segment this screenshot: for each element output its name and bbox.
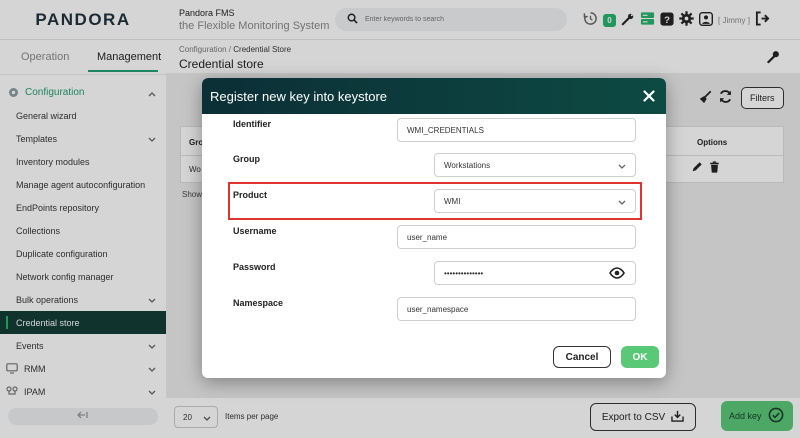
namespace-input[interactable]	[397, 297, 636, 321]
product-label: Product	[233, 190, 268, 200]
product-selected-value: WMI	[444, 196, 461, 206]
modal-title: Register new key into keystore	[210, 89, 388, 104]
chevron-down-icon	[618, 199, 626, 208]
password-input[interactable]: ••••••••••••••	[434, 261, 636, 285]
identifier-input[interactable]	[397, 118, 636, 142]
modal-header: Register new key into keystore	[202, 78, 666, 114]
password-masked-value: ••••••••••••••	[444, 268, 484, 278]
username-label: Username	[233, 226, 277, 236]
show-password-eye-icon[interactable]	[609, 267, 625, 281]
username-input[interactable]	[397, 225, 636, 249]
identifier-label: Identifier	[233, 119, 272, 129]
group-select[interactable]: Workstations	[434, 153, 636, 177]
password-label: Password	[233, 262, 276, 272]
group-selected-value: Workstations	[444, 160, 491, 170]
namespace-label: Namespace	[233, 298, 284, 308]
product-select[interactable]: WMI	[434, 189, 636, 213]
cancel-button[interactable]: Cancel	[553, 346, 611, 368]
ok-button[interactable]: OK	[621, 346, 659, 368]
close-icon[interactable]	[640, 87, 658, 105]
register-key-modal: Register new key into keystore Identifie…	[202, 78, 666, 378]
chevron-down-icon	[618, 163, 626, 172]
group-label: Group	[233, 154, 260, 164]
